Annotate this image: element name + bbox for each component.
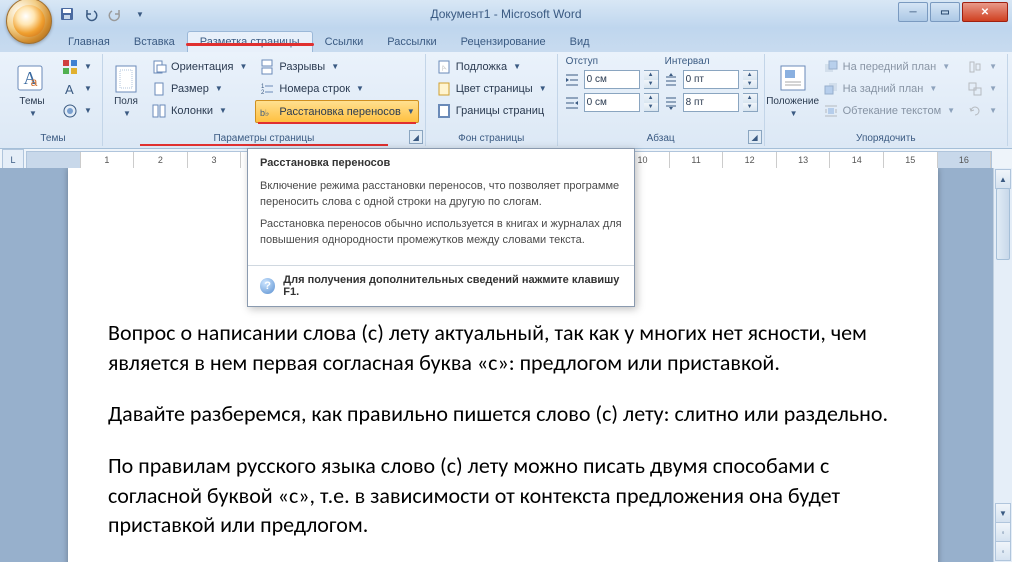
group-page-background: AПодложка▼ Цвет страницы▼ Границы страни…: [426, 54, 558, 146]
spacing-before-input[interactable]: 0 пт: [683, 70, 739, 89]
send-back-button[interactable]: На задний план▼: [819, 78, 959, 99]
qat-undo[interactable]: [80, 3, 102, 25]
qat-redo[interactable]: [104, 3, 126, 25]
next-page-button[interactable]: ◦: [995, 541, 1011, 561]
ribbon: Aa Темы ▼ ▼ A▼ ▼ Темы Поля ▼: [0, 52, 1012, 149]
group-page-setup: Поля ▼ Ориентация▼ Размер▼ Колонки▼ Разр…: [103, 54, 426, 146]
paragraph-1[interactable]: Вопрос о написании слова (с) лету актуал…: [108, 318, 893, 377]
tab-references[interactable]: Ссылки: [313, 32, 376, 52]
group-label-paragraph: Абзац: [564, 131, 758, 144]
theme-fonts[interactable]: A▼: [58, 78, 96, 99]
spacing-after-input[interactable]: 8 пт: [683, 93, 739, 112]
group-label-page-setup: Параметры страницы: [109, 131, 419, 144]
svg-text:A: A: [65, 82, 74, 97]
spacing-header: Интервал: [663, 56, 758, 67]
svg-text:b♭: b♭: [260, 108, 269, 118]
rotate-button[interactable]: ▼: [963, 100, 1001, 121]
qat-customize[interactable]: ▼: [128, 3, 150, 25]
tooltip-footer: Для получения дополнительных сведений на…: [283, 274, 622, 298]
tab-mailings[interactable]: Рассылки: [375, 32, 448, 52]
minimize-button[interactable]: ─: [898, 2, 928, 22]
quick-access-toolbar: ▼: [56, 3, 150, 25]
group-button[interactable]: ▼: [963, 78, 1001, 99]
window-controls: ─ ▭ ✕: [898, 2, 1008, 22]
svg-text:2: 2: [261, 90, 265, 96]
align-button[interactable]: ▼: [963, 56, 1001, 77]
svg-text:a: a: [31, 75, 38, 89]
position-button[interactable]: Положение ▼: [771, 56, 815, 124]
tab-review[interactable]: Рецензирование: [449, 32, 558, 52]
paragraph-3[interactable]: По правилам русского языка слово (с) лет…: [108, 451, 893, 540]
scroll-up-button[interactable]: ▲: [995, 169, 1011, 189]
page-color-button[interactable]: Цвет страницы▼: [432, 78, 551, 99]
theme-colors[interactable]: ▼: [58, 56, 96, 77]
group-arrange: Положение ▼ На передний план▼ На задний …: [765, 54, 1008, 146]
tooltip-p2: Расстановка переносов обычно используетс…: [260, 217, 622, 249]
indent-header: Отступ: [564, 56, 659, 67]
tab-page-layout[interactable]: Разметка страницы: [187, 31, 313, 52]
office-button[interactable]: [6, 0, 52, 44]
window-title: Документ1 - Microsoft Word: [430, 7, 581, 21]
vertical-scrollbar[interactable]: ▲ ▼ ◦ ◦: [993, 168, 1012, 562]
margins-button[interactable]: Поля ▼: [109, 56, 143, 124]
indent-right-icon: [564, 95, 580, 111]
spacing-after-spinner[interactable]: ▲▼: [743, 93, 758, 112]
position-label: Положение: [766, 96, 819, 107]
spacing-before-icon: [663, 72, 679, 88]
title-bar: ▼ Документ1 - Microsoft Word ─ ▭ ✕: [0, 0, 1012, 28]
indent-left-icon: [564, 72, 580, 88]
line-numbers-button[interactable]: 12Номера строк▼: [255, 78, 418, 99]
qat-save[interactable]: [56, 3, 78, 25]
text-wrap-button[interactable]: Обтекание текстом▼: [819, 100, 959, 121]
watermark-button[interactable]: AПодложка▼: [432, 56, 551, 77]
scroll-thumb[interactable]: [996, 188, 1010, 260]
group-paragraph: Отступ 0 см▲▼ 0 см▲▼ Интервал 0 пт▲▼ 8 п…: [558, 54, 765, 146]
prev-page-button[interactable]: ◦: [995, 522, 1011, 542]
maximize-button[interactable]: ▭: [930, 2, 960, 22]
themes-button[interactable]: Aa Темы ▼: [10, 56, 54, 124]
tab-view[interactable]: Вид: [558, 32, 602, 52]
hyphenation-tooltip: Расстановка переносов Включение режима р…: [247, 148, 635, 307]
help-icon: ?: [260, 278, 275, 294]
hyphenation-button[interactable]: b♭Расстановка переносов▼: [255, 100, 418, 123]
bring-front-button[interactable]: На передний план▼: [819, 56, 959, 77]
indent-right-spinner[interactable]: ▲▼: [644, 93, 659, 112]
close-button[interactable]: ✕: [962, 2, 1008, 22]
ribbon-tabs: Главная Вставка Разметка страницы Ссылки…: [0, 28, 1012, 52]
group-themes: Aa Темы ▼ ▼ A▼ ▼ Темы: [4, 54, 103, 146]
indent-left-spinner[interactable]: ▲▼: [644, 70, 659, 89]
tab-insert[interactable]: Вставка: [122, 32, 187, 52]
spacing-before-spinner[interactable]: ▲▼: [743, 70, 758, 89]
page-setup-launcher[interactable]: ◢: [409, 130, 423, 144]
tab-home[interactable]: Главная: [56, 32, 122, 52]
scroll-down-button[interactable]: ▼: [995, 503, 1011, 523]
paragraph-launcher[interactable]: ◢: [748, 130, 762, 144]
group-label-page-bg: Фон страницы: [432, 131, 551, 144]
orientation-button[interactable]: Ориентация▼: [147, 56, 251, 77]
page-borders-button[interactable]: Границы страниц: [432, 100, 551, 121]
size-button[interactable]: Размер▼: [147, 78, 251, 99]
theme-effects[interactable]: ▼: [58, 100, 96, 121]
word-window: ▼ Документ1 - Microsoft Word ─ ▭ ✕ Главн…: [0, 0, 1012, 562]
spacing-after-icon: [663, 95, 679, 111]
indent-right-input[interactable]: 0 см: [584, 93, 640, 112]
group-label-themes: Темы: [10, 131, 96, 144]
margins-label: Поля: [114, 96, 138, 107]
columns-button[interactable]: Колонки▼: [147, 100, 251, 121]
paragraph-2[interactable]: Давайте разберемся, как правильно пишетс…: [108, 399, 893, 429]
tooltip-title: Расстановка переносов: [248, 149, 634, 173]
indent-left-input[interactable]: 0 см: [584, 70, 640, 89]
group-label-arrange: Упорядочить: [771, 131, 1001, 144]
themes-label: Темы: [19, 96, 44, 107]
breaks-button[interactable]: Разрывы▼: [255, 56, 418, 77]
tooltip-p1: Включение режима расстановки переносов, …: [260, 179, 622, 211]
